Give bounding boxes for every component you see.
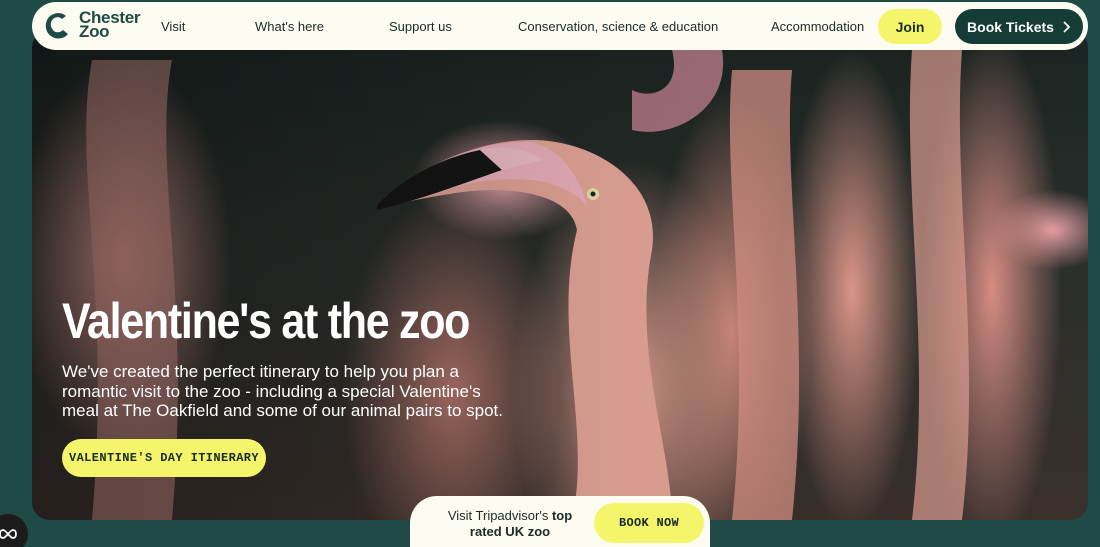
top-navigation: Chester Zoo Visit What's here Support us… (32, 2, 1088, 50)
tripadvisor-promo: Visit Tripadvisor's top rated UK zoo BOO… (410, 496, 710, 547)
hero-banner: Valentine's at the zoo We've created the… (32, 30, 1088, 520)
book-tickets-label: Book Tickets (967, 18, 1054, 35)
infinity-icon (0, 529, 17, 539)
logo-wordmark: Chester Zoo (79, 9, 141, 41)
promo-text-prefix: Visit Tripadvisor's (447, 508, 552, 523)
book-now-button[interactable]: BOOK NOW (594, 503, 704, 543)
hero-description: We've created the perfect itinerary to h… (62, 362, 503, 420)
nav-link-conservation[interactable]: Conservation, science & education (518, 19, 718, 34)
corner-widget[interactable] (0, 514, 28, 547)
logo-line-2: Zoo (79, 22, 110, 41)
join-button[interactable]: Join (878, 9, 942, 44)
chester-zoo-logo[interactable]: Chester Zoo (44, 9, 141, 41)
nav-link-accommodation[interactable]: Accommodation (771, 19, 864, 34)
hero-title: Valentine's at the zoo (62, 293, 470, 349)
promo-text: Visit Tripadvisor's top rated UK zoo (440, 508, 580, 539)
nav-link-visit[interactable]: Visit (161, 19, 185, 34)
book-tickets-button[interactable]: Book Tickets (955, 9, 1083, 44)
chester-zoo-logo-icon (45, 13, 68, 39)
valentines-itinerary-button[interactable]: VALENTINE'S DAY ITINERARY (62, 439, 266, 477)
nav-link-whats-here[interactable]: What's here (255, 19, 324, 34)
nav-link-support-us[interactable]: Support us (389, 19, 452, 34)
chevron-right-icon (1063, 20, 1071, 33)
